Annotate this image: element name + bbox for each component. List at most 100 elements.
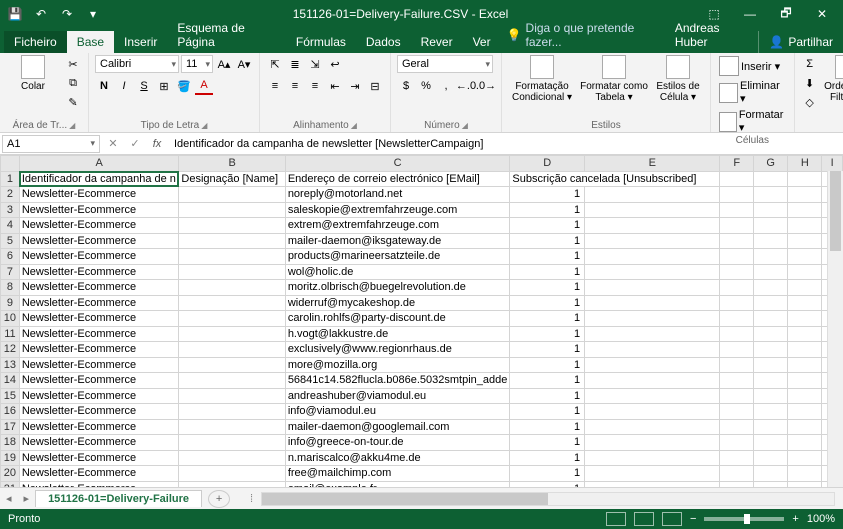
clear-icon[interactable]: ◇	[801, 93, 819, 111]
cell[interactable]: 1	[510, 388, 585, 404]
cut-icon[interactable]: ✂	[64, 55, 82, 73]
decrease-decimal-icon[interactable]: .0→	[477, 77, 495, 95]
tab-view[interactable]: Ver	[463, 31, 501, 53]
row-header[interactable]: 7	[1, 264, 20, 280]
cell[interactable]	[720, 249, 754, 265]
row-header[interactable]: 5	[1, 233, 20, 249]
row-header[interactable]: 16	[1, 404, 20, 420]
align-bottom-icon[interactable]: ⇲	[306, 55, 324, 73]
zoom-in-button[interactable]: +	[792, 513, 798, 525]
vertical-scrollbar[interactable]	[827, 171, 843, 487]
cell[interactable]	[720, 218, 754, 234]
cell[interactable]	[788, 466, 822, 482]
cell[interactable]	[585, 311, 720, 327]
cell[interactable]	[754, 326, 788, 342]
cell[interactable]	[179, 481, 285, 487]
cell[interactable]	[754, 280, 788, 296]
cell[interactable]	[179, 202, 285, 218]
row-header[interactable]: 3	[1, 202, 20, 218]
row-header[interactable]: 2	[1, 187, 20, 203]
column-header[interactable]: A	[19, 156, 179, 172]
tab-layout[interactable]: Esquema de Página	[167, 17, 285, 53]
cell[interactable]	[720, 233, 754, 249]
cell[interactable]: Newsletter-Ecommerce	[19, 326, 179, 342]
cell[interactable]: info@greece-on-tour.de	[285, 435, 510, 451]
cell[interactable]	[788, 450, 822, 466]
column-header[interactable]: G	[754, 156, 788, 172]
cell[interactable]	[754, 202, 788, 218]
share-button[interactable]: 👤 Partilhar	[758, 31, 843, 53]
cell[interactable]: saleskopie@extremfahrzeuge.com	[285, 202, 510, 218]
tab-data[interactable]: Dados	[356, 31, 411, 53]
cell[interactable]	[788, 280, 822, 296]
cell[interactable]	[720, 202, 754, 218]
row-header[interactable]: 8	[1, 280, 20, 296]
cell[interactable]: moritz.olbrisch@buegelrevolution.de	[285, 280, 510, 296]
cell[interactable]: 1	[510, 404, 585, 420]
cell[interactable]	[720, 280, 754, 296]
column-header[interactable]: E	[585, 156, 720, 172]
cell[interactable]: Newsletter-Ecommerce	[19, 187, 179, 203]
decrease-indent-icon[interactable]: ⇤	[326, 77, 344, 95]
view-pagelayout-icon[interactable]	[634, 512, 654, 526]
cell[interactable]	[179, 264, 285, 280]
cell[interactable]	[788, 435, 822, 451]
cell[interactable]: mailer-daemon@googlemail.com	[285, 419, 510, 435]
cell[interactable]	[720, 326, 754, 342]
align-left-icon[interactable]: ≡	[266, 77, 284, 95]
cell[interactable]: Newsletter-Ecommerce	[19, 373, 179, 389]
cell[interactable]: 56841c14.582flucla.b086e.5032smtpin_adde	[285, 373, 510, 389]
cell[interactable]	[788, 388, 822, 404]
cell[interactable]	[788, 404, 822, 420]
zoom-out-button[interactable]: −	[690, 513, 696, 525]
cell[interactable]	[754, 404, 788, 420]
insert-cells-button[interactable]: Inserir ▾	[717, 55, 788, 77]
scrollbar-thumb[interactable]	[830, 171, 841, 251]
cell[interactable]	[720, 435, 754, 451]
dialog-launcher-icon[interactable]: ◢	[351, 121, 357, 130]
cell[interactable]: Newsletter-Ecommerce	[19, 280, 179, 296]
cancel-formula-icon[interactable]: ✕	[102, 134, 124, 154]
add-sheet-button[interactable]: +	[208, 490, 230, 508]
cell[interactable]	[179, 233, 285, 249]
cell[interactable]: 1	[510, 357, 585, 373]
cell[interactable]	[788, 171, 822, 187]
cell[interactable]: extrem@extremfahrzeuge.com	[285, 218, 510, 234]
cell[interactable]: Endereço de correio electrónico [EMail]	[285, 171, 510, 187]
cell[interactable]	[788, 295, 822, 311]
cell[interactable]	[720, 450, 754, 466]
increase-indent-icon[interactable]: ⇥	[346, 77, 364, 95]
comma-icon[interactable]: ,	[437, 77, 455, 95]
cell[interactable]: wol@holic.de	[285, 264, 510, 280]
shrink-font-icon[interactable]: A▾	[235, 55, 253, 73]
cell[interactable]	[585, 202, 720, 218]
cell[interactable]	[585, 388, 720, 404]
tab-base[interactable]: Base	[67, 31, 114, 53]
fill-icon[interactable]: ⬇	[801, 74, 819, 92]
horizontal-scrollbar[interactable]	[261, 492, 835, 506]
cell[interactable]	[754, 435, 788, 451]
row-header[interactable]: 21	[1, 481, 20, 487]
redo-icon[interactable]: ↷	[56, 3, 78, 25]
cell[interactable]	[585, 357, 720, 373]
cell[interactable]: 1	[510, 280, 585, 296]
cell[interactable]	[788, 187, 822, 203]
cell[interactable]	[788, 249, 822, 265]
cell[interactable]	[754, 187, 788, 203]
cell[interactable]	[754, 357, 788, 373]
zoom-thumb[interactable]	[744, 514, 750, 524]
cell[interactable]: Newsletter-Ecommerce	[19, 202, 179, 218]
cell[interactable]: Designação [Name]	[179, 171, 285, 187]
cell[interactable]	[179, 466, 285, 482]
currency-icon[interactable]: $	[397, 77, 415, 95]
cell[interactable]	[585, 264, 720, 280]
row-header[interactable]: 11	[1, 326, 20, 342]
signed-in-user[interactable]: Andreas Huber	[665, 17, 759, 53]
align-top-icon[interactable]: ⇱	[266, 55, 284, 73]
cell[interactable]	[585, 295, 720, 311]
cell[interactable]	[585, 326, 720, 342]
cell[interactable]	[179, 373, 285, 389]
fill-color-icon[interactable]: 🪣	[175, 77, 193, 95]
zoom-level[interactable]: 100%	[807, 513, 835, 525]
cell-styles-button[interactable]: Estilos de Célula ▾	[652, 55, 704, 103]
